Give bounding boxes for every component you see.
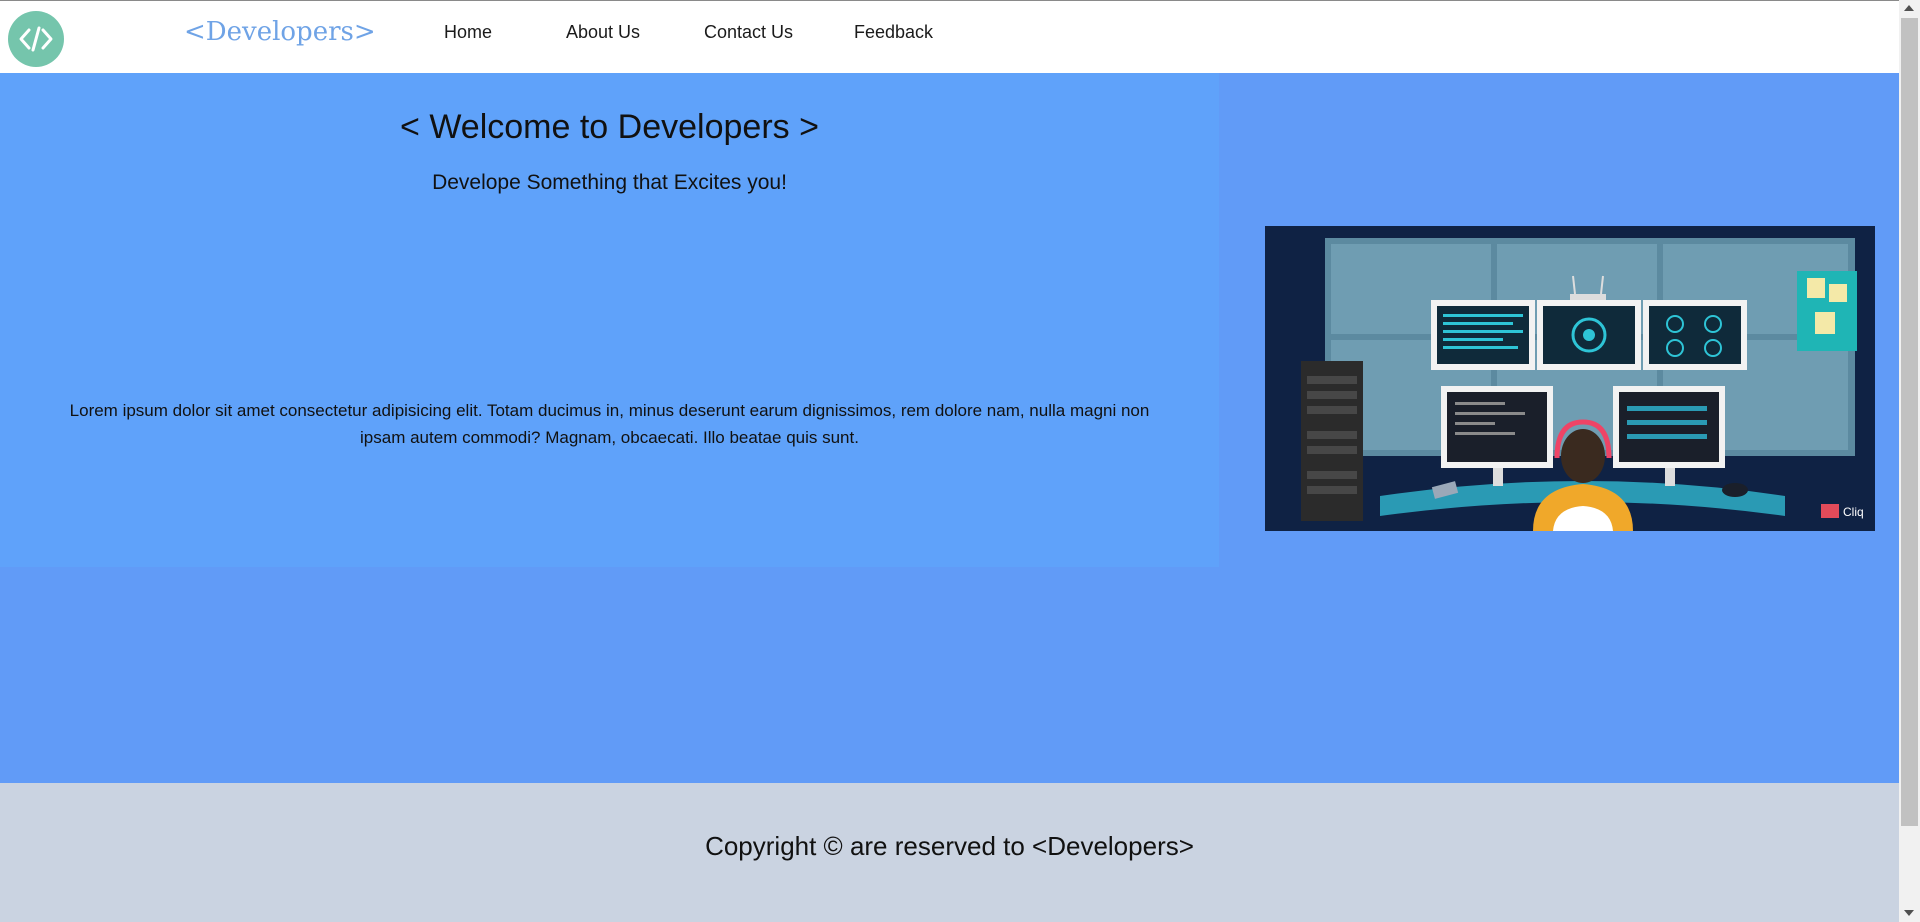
main-section: < Welcome to Developers > Develope Somet… <box>0 73 1899 783</box>
nav-link-contact-us[interactable]: Contact Us <box>704 22 793 43</box>
vertical-scrollbar[interactable] <box>1899 0 1920 922</box>
code-brackets-icon[interactable] <box>8 11 64 67</box>
illustration-watermark: Cliq <box>1843 505 1864 519</box>
copyright-text: Copyright © are reserved to <Developers> <box>705 831 1194 861</box>
navbar: <Developers> Home About Us Contact Us Fe… <box>0 0 1899 73</box>
scroll-thumb[interactable] <box>1901 18 1918 826</box>
scroll-up-arrow-icon[interactable] <box>1904 5 1914 11</box>
nav-link-feedback[interactable]: Feedback <box>854 22 933 43</box>
hero-title: < Welcome to Developers > <box>400 108 819 146</box>
developer-workspace-illustration: Cliq <box>1265 226 1875 531</box>
footer: Copyright © are reserved to <Developers> <box>0 783 1899 922</box>
hero-description: Lorem ipsum dolor sit amet consectetur a… <box>69 401 1150 447</box>
page: <Developers> Home About Us Contact Us Fe… <box>0 0 1899 922</box>
scroll-down-arrow-icon[interactable] <box>1904 910 1914 916</box>
hero-panel: < Welcome to Developers > Develope Somet… <box>0 73 1219 567</box>
hero-subtitle: Develope Something that Excites you! <box>432 171 787 194</box>
nav-link-home[interactable]: Home <box>444 22 492 43</box>
brand-name[interactable]: <Developers> <box>184 17 376 47</box>
nav-link-about-us[interactable]: About Us <box>566 22 640 43</box>
